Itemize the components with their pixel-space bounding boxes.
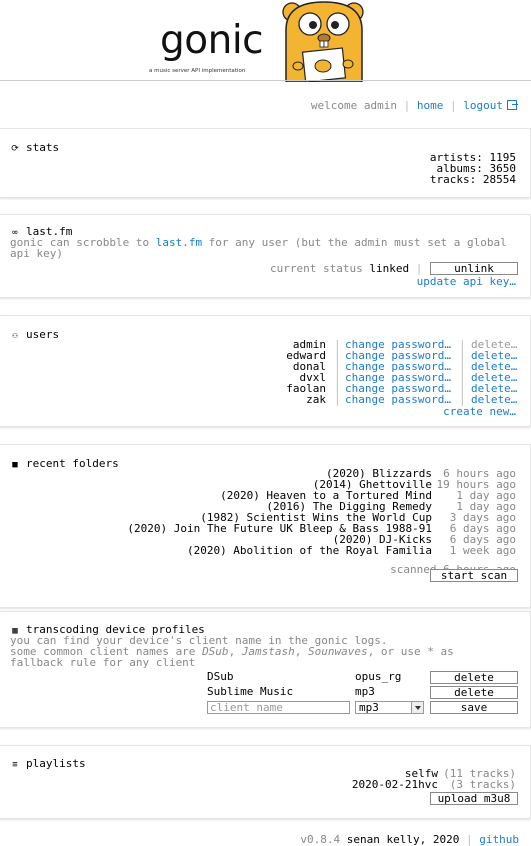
profile-select[interactable]: mp3 (355, 701, 424, 714)
nav-separator: | (450, 99, 457, 112)
welcome-text: welcome admin (310, 99, 397, 112)
playlist-name[interactable]: 2020-02-21hvc (352, 779, 438, 790)
stats-tracks: tracks: 28554 (429, 173, 516, 186)
profile-format: opus_rg (355, 670, 402, 683)
start-scan-button[interactable]: start scan (430, 569, 518, 582)
playlists-panel: ≡ playlists selfw (11 tracks) 2020-02-21hvc… (0, 745, 531, 819)
top-nav: welcome admin | home | logout (310, 99, 518, 112)
lastfm-link[interactable]: last.fm (156, 236, 202, 249)
playlists-title: ≡ playlists (10, 757, 85, 770)
unlink-button[interactable]: unlink (430, 262, 518, 275)
logo: gonic a music server API implementation (145, 0, 370, 82)
playlist-icon: ≡ (12, 760, 18, 770)
save-profile-button[interactable]: save (430, 701, 518, 714)
logout-icon[interactable] (507, 100, 518, 110)
lastfm-description: gonic can scrobble to last.fm for any us… (10, 236, 507, 260)
change-password-link[interactable]: change password… (345, 394, 451, 405)
delete-profile-button[interactable]: delete (430, 671, 518, 684)
lastfm-status-row: current status linked | (270, 263, 422, 274)
logo-text: gonic (160, 18, 264, 63)
github-link[interactable]: github (479, 833, 519, 846)
status-separator: | (415, 262, 423, 275)
refresh-icon: ⟳ (11, 144, 19, 154)
upload-m3u8-button[interactable]: upload m3u8 (430, 792, 518, 805)
profile-format: mp3 (355, 685, 375, 698)
header-divider (0, 80, 531, 81)
lastfm-panel: ∞ last.fm gonic can scrobble to last.fm f… (0, 214, 531, 298)
profile-client: Sublime Music (207, 685, 294, 698)
status-value: linked (369, 262, 410, 275)
user-separator: | (334, 393, 341, 406)
version-text: v0.8.4 (300, 833, 341, 846)
header: gonic a music server API implementation (0, 0, 531, 82)
stats-panel: ⟳ stats artists: 1195 albums: 3650 tracks… (0, 128, 531, 198)
stats-title: ⟳ stats (11, 141, 60, 154)
create-user-link[interactable]: create new… (443, 405, 516, 418)
logo-subtitle: a music server API implementation (149, 68, 246, 74)
footer: v0.8.4 senan kelly, 2020 | github (300, 833, 519, 846)
users-icon: ⚇ (12, 331, 18, 341)
transcode-panel: ▦ transcoding device profiles you can fin… (0, 611, 531, 728)
users-panel: ⚇ users admin | change password… | delete… edw… (0, 315, 531, 427)
logout-link[interactable]: logout (463, 99, 503, 112)
home-link[interactable]: home (417, 99, 444, 112)
folder-age: 1 week ago (449, 544, 516, 557)
profile-client: DSub (207, 670, 234, 683)
chevron-down-icon[interactable] (411, 702, 423, 713)
folders-title: ■ recent folders (10, 457, 118, 470)
users-title: ⚇ users (10, 328, 59, 341)
author-text: senan kelly, 2020 (346, 833, 460, 846)
footer-separator: | (466, 833, 473, 846)
delete-user-link[interactable]: delete… (471, 394, 517, 405)
gopher-mascot-icon (282, 1, 364, 82)
folder-name[interactable]: (2020) Abolition of the Royal Familia (187, 545, 432, 556)
user-name: zak (306, 393, 326, 406)
update-api-key-link[interactable]: update api key… (417, 275, 516, 288)
nav-separator: | (403, 99, 411, 112)
client-name-input[interactable]: client name (207, 701, 350, 714)
folder-icon: ■ (12, 460, 18, 470)
user-separator: | (459, 393, 466, 406)
folders-panel: ■ recent folders (2020) Blizzards 6 hours … (0, 444, 531, 608)
delete-profile-button[interactable]: delete (430, 686, 518, 699)
playlist-track-count: (3 tracks) (449, 778, 516, 791)
status-label: current status (270, 262, 363, 275)
transcode-help-3: fallback rule for any client (10, 656, 196, 669)
